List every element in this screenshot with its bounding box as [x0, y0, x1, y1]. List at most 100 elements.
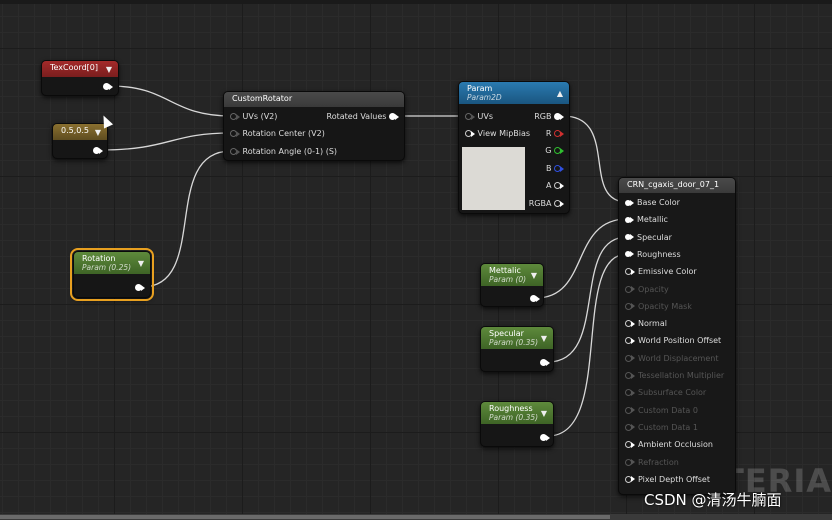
material-input-pin[interactable]: Pixel Depth Offset	[625, 475, 710, 484]
constant2-title: 0.5,0.5	[61, 126, 89, 135]
collapse-arrow-icon[interactable]: ▼	[541, 334, 547, 343]
material-input-label: World Position Offset	[638, 336, 722, 346]
roughness-output-pin[interactable]	[540, 433, 550, 442]
material-input-label: World Displacement	[638, 353, 719, 363]
material-input-pin[interactable]: Normal	[625, 319, 667, 328]
material-input-pin[interactable]: Emissive Color	[625, 267, 697, 276]
specular-subtitle: Param (0.35)	[489, 338, 539, 347]
param2d-output-a[interactable]: A	[546, 181, 564, 190]
material-input-label: Tessellation Multiplier	[638, 371, 725, 380]
param2d-input-mipbias[interactable]: View MipBias	[465, 129, 530, 138]
material-input-label: Normal	[638, 319, 667, 329]
texture-preview-thumbnail	[462, 147, 525, 210]
rotation-header[interactable]: Rotation Param (0.25) ▼	[74, 252, 150, 274]
roughness-header[interactable]: Roughness Param (0.35) ▼	[481, 402, 553, 424]
material-input-pin[interactable]: Metallic	[625, 215, 668, 224]
material-input-pin[interactable]: Opacity	[625, 285, 669, 294]
specular-output-pin[interactable]	[540, 358, 550, 367]
material-input-label: Base Color	[637, 198, 680, 207]
material-input-label: Opacity Mask	[638, 301, 692, 311]
param2d-output-rgb[interactable]: RGB	[534, 112, 564, 121]
custom-rotator-title: CustomRotator	[232, 94, 293, 103]
custom-rotator-output-rotated[interactable]: Rotated Values	[327, 112, 399, 121]
param2d-output-g[interactable]: G	[545, 146, 564, 155]
rotation-param-node[interactable]: Rotation Param (0.25) ▼	[70, 248, 154, 301]
constant2-header[interactable]: 0.5,0.5 ▼	[53, 124, 107, 140]
param2d-node[interactable]: Param Param2D ▲ UVs View MipBias RGB R G…	[458, 81, 570, 214]
horizontal-scrollbar[interactable]	[0, 514, 832, 520]
material-input-label: Opacity	[638, 284, 669, 294]
wire-texcoord-to-uvs	[109, 85, 232, 117]
specular-title: Specular	[489, 329, 524, 338]
texcoord-header[interactable]: TexCoord[0] ▼	[42, 61, 118, 77]
constant2-node[interactable]: 0.5,0.5 ▼	[52, 123, 108, 159]
custom-rotator-header[interactable]: CustomRotator	[224, 92, 404, 107]
rotation-title: Rotation	[82, 254, 116, 263]
metallic-header[interactable]: Mettalic Param (0) ▼	[481, 264, 543, 286]
material-input-pin[interactable]: World Displacement	[625, 354, 718, 363]
material-input-pin[interactable]: Custom Data 0	[625, 406, 698, 415]
specular-param-node[interactable]: Specular Param (0.35) ▼	[480, 326, 554, 372]
constant2-output-pin[interactable]	[93, 146, 103, 155]
wire-rotation-to-angle	[141, 150, 232, 288]
collapse-arrow-icon[interactable]: ▲	[557, 89, 563, 98]
wire-roughness	[547, 253, 628, 437]
material-input-label: Custom Data 1	[638, 422, 698, 432]
texcoord-title: TexCoord[0]	[50, 63, 98, 72]
material-input-label: Ambient Occlusion	[638, 440, 713, 450]
material-title: CRN_cgaxis_door_07_1	[627, 180, 720, 189]
texcoord-node[interactable]: TexCoord[0] ▼	[41, 60, 119, 96]
wire-const-to-center	[99, 132, 232, 151]
custom-rotator-node[interactable]: CustomRotator UVs (V2) Rotation Center (…	[223, 91, 405, 161]
param2d-subtitle: Param2D	[467, 93, 502, 102]
material-input-pin[interactable]: Opacity Mask	[625, 302, 692, 311]
param2d-output-b[interactable]: B	[546, 164, 564, 173]
rotation-subtitle: Param (0.25)	[82, 263, 132, 272]
material-input-pin[interactable]: Refraction	[625, 458, 679, 467]
material-input-pin[interactable]: Subsurface Color	[625, 388, 706, 397]
material-input-label: Roughness	[637, 249, 681, 259]
material-input-pin[interactable]: Custom Data 1	[625, 423, 698, 432]
roughness-title: Roughness	[489, 404, 533, 413]
metallic-param-node[interactable]: Mettalic Param (0) ▼	[480, 263, 544, 307]
roughness-param-node[interactable]: Roughness Param (0.35) ▼	[480, 401, 554, 447]
material-input-label: Refraction	[638, 457, 679, 467]
material-input-label: Pixel Depth Offset	[638, 474, 710, 484]
custom-rotator-input-center[interactable]: Rotation Center (V2)	[230, 129, 325, 138]
metallic-output-pin[interactable]	[530, 294, 540, 303]
watermark-text: CSDN @清汤牛腩面	[644, 491, 782, 509]
metallic-subtitle: Param (0)	[489, 275, 527, 284]
collapse-arrow-icon[interactable]: ▼	[541, 409, 547, 418]
custom-rotator-input-angle[interactable]: Rotation Angle (0-1) (S)	[230, 147, 337, 156]
material-input-pin[interactable]: Roughness	[625, 250, 681, 259]
param2d-output-r[interactable]: R	[546, 129, 564, 138]
param2d-input-uvs[interactable]: UVs	[465, 112, 493, 121]
material-header[interactable]: CRN_cgaxis_door_07_1	[619, 178, 735, 193]
material-input-label: Subsurface Color	[638, 388, 707, 398]
wire-specular	[547, 236, 628, 363]
metallic-title: Mettalic	[489, 266, 521, 275]
param2d-header[interactable]: Param Param2D ▲	[459, 82, 569, 104]
collapse-arrow-icon[interactable]: ▼	[531, 271, 537, 280]
material-input-label: Specular	[637, 232, 672, 242]
collapse-arrow-icon[interactable]: ▼	[138, 259, 144, 268]
rotation-output-pin[interactable]	[135, 283, 145, 292]
material-input-pin[interactable]: Ambient Occlusion	[625, 440, 713, 449]
param2d-title: Param	[467, 84, 493, 93]
material-input-pin[interactable]: Specular	[625, 233, 672, 242]
material-input-label: Metallic	[637, 215, 668, 225]
collapse-arrow-icon[interactable]: ▼	[106, 65, 112, 74]
texcoord-output-pin[interactable]	[103, 82, 113, 91]
material-input-label: Custom Data 0	[638, 405, 698, 415]
custom-rotator-input-uvs[interactable]: UVs (V2)	[230, 112, 277, 121]
material-input-label: Emissive Color	[638, 267, 697, 277]
material-result-node[interactable]: CRN_cgaxis_door_07_1 Base Color Metallic S…	[618, 177, 736, 495]
material-input-pin[interactable]: World Position Offset	[625, 336, 721, 345]
roughness-subtitle: Param (0.35)	[489, 413, 539, 422]
param2d-output-rgba[interactable]: RGBA	[529, 199, 564, 208]
material-input-pin[interactable]: Base Color	[625, 198, 680, 207]
collapse-arrow-icon[interactable]: ▼	[95, 128, 101, 137]
specular-header[interactable]: Specular Param (0.35) ▼	[481, 327, 553, 349]
scrollbar-thumb[interactable]	[0, 515, 610, 519]
material-input-pin[interactable]: Tessellation Multiplier	[625, 371, 724, 380]
